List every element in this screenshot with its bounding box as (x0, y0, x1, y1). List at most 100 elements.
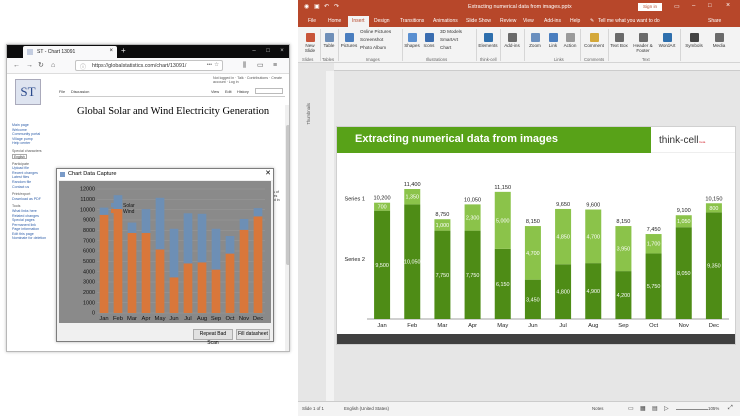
tab-review[interactable]: Review (500, 18, 516, 24)
ribbon-display-icon[interactable]: ▭ (674, 3, 680, 10)
group-label: think-cell (480, 57, 497, 62)
back-icon[interactable]: ← (13, 61, 20, 70)
browser-tab[interactable]: ST - Chart 13091 × (23, 46, 117, 58)
share-button[interactable]: Share (708, 18, 721, 24)
search-box[interactable] (255, 88, 283, 94)
new-slide-button[interactable]: New Slide (302, 33, 318, 53)
photo-album-button[interactable]: Photo Album (360, 45, 402, 50)
text-box-button[interactable]: Text Box (610, 33, 628, 48)
ribbon-insert: New Slide Table Pictures Online Pictures… (298, 27, 740, 63)
tab-add-ins[interactable]: Add-ins (544, 18, 561, 24)
undo-icon[interactable]: ↶ (324, 3, 329, 10)
3d-models-button[interactable]: 3D Models (440, 29, 474, 34)
header-footer-button[interactable]: Header & Footer (630, 33, 656, 53)
tab-design[interactable]: Design (374, 18, 390, 24)
sidebar-link[interactable]: Contact us (12, 185, 54, 190)
wordart-button[interactable]: WordArt (656, 33, 678, 48)
autosave-icon[interactable]: ◉ (304, 3, 309, 10)
sign-in-button[interactable]: Sign in (638, 3, 662, 11)
think-cell-elements-button[interactable]: Elements (478, 33, 498, 48)
online-pictures-button[interactable]: Online Pictures (360, 29, 402, 34)
scrollbar-thumb[interactable] (286, 125, 289, 265)
fill-datasheet-button[interactable]: Fill datasheet (236, 329, 270, 340)
zoom-button[interactable]: Zoom (526, 33, 544, 48)
table-button[interactable]: Table (322, 33, 336, 48)
site-logo[interactable]: ST (15, 79, 41, 105)
bookmark-star-icon[interactable]: ☆ (214, 62, 219, 68)
link-button[interactable]: Link (546, 33, 560, 48)
think-cell-chart[interactable]: 9,500 700 10,200 Jan 10,050 1,350 11,400 Feb 7,7… (337, 127, 736, 334)
maximize-icon[interactable]: □ (708, 3, 712, 9)
tab-discussion[interactable]: Discussion (71, 90, 89, 94)
slideshow-icon[interactable]: ▷ (664, 405, 669, 412)
menu-icon[interactable]: ≡ (273, 61, 277, 70)
new-tab-icon[interactable]: + (121, 47, 126, 55)
pictures-button[interactable]: Pictures (340, 33, 358, 48)
tab-view[interactable]: View (211, 90, 219, 94)
sidebar-link[interactable]: Help center (12, 141, 54, 146)
minimize-icon[interactable]: – (247, 46, 261, 56)
symbols-button[interactable]: Symbols (682, 33, 706, 48)
sidebar-link[interactable]: Nominate for deletion (12, 236, 54, 241)
close-window-icon[interactable]: × (726, 2, 730, 9)
repeat-scan-button[interactable]: Repeat Bad Scan (193, 329, 233, 346)
comment-button[interactable]: Comment (582, 33, 606, 48)
page-actions-icon[interactable]: ••• (207, 62, 212, 68)
captured-chart[interactable]: 0 1000 2000 3000 4000 5000 6000 7000 8000 9000 100… (59, 181, 271, 323)
category-label: Jul (559, 323, 566, 329)
solar-bar (155, 197, 165, 250)
sidebar-icon[interactable]: ▭ (257, 61, 264, 70)
reload-icon[interactable]: ↻ (38, 61, 44, 70)
series2-value-label: 9,350 (707, 264, 721, 270)
add-ins-button[interactable]: Add-ins (502, 33, 522, 48)
close-window-icon[interactable]: × (275, 46, 289, 56)
slide-canvas[interactable]: Extracting numerical data from images th… (336, 126, 736, 345)
tell-me-box[interactable]: Tell me what you want to do (598, 18, 660, 24)
icons-button[interactable]: Icons (422, 33, 436, 48)
home-icon[interactable]: ⌂ (51, 61, 55, 70)
library-icon[interactable]: ⫼ (243, 61, 246, 70)
capture-title-bar[interactable]: Chart Data Capture ✕ (57, 169, 273, 180)
screenshot-button[interactable]: Screenshot (360, 37, 402, 42)
chart-button[interactable]: Chart (440, 45, 474, 50)
url-bar[interactable]: ⓘ https://globalstatistics.com/chart/130… (75, 60, 223, 71)
maximize-icon[interactable]: □ (261, 46, 275, 56)
notes-button[interactable]: Notes (592, 406, 603, 411)
redo-icon[interactable]: ↷ (334, 3, 339, 10)
tab-edit[interactable]: Edit (225, 90, 232, 94)
tab-file[interactable]: File (308, 18, 316, 24)
tab-insert[interactable]: Insert (348, 16, 369, 27)
close-tab-icon[interactable]: × (109, 48, 113, 54)
tab-help[interactable]: Help (570, 18, 580, 24)
tab-home[interactable]: Home (328, 18, 341, 24)
ribbon-separator (680, 29, 681, 61)
action-button[interactable]: Action (562, 33, 578, 48)
language-select[interactable]: English (12, 153, 27, 159)
tab-animations[interactable]: Animations (433, 18, 458, 24)
sidebar-link[interactable]: Download as PDF (12, 197, 54, 202)
minimize-icon[interactable]: – (692, 3, 695, 9)
normal-view-icon[interactable]: ▭ (628, 405, 634, 412)
reading-view-icon[interactable]: ▤ (652, 405, 658, 412)
slide-sorter-icon[interactable]: ▦ (640, 405, 646, 412)
tab-slide-show[interactable]: Slide Show (466, 18, 491, 24)
save-icon[interactable]: ▣ (314, 3, 320, 10)
tab-transitions[interactable]: Transitions (400, 18, 424, 24)
media-button[interactable]: Media (708, 33, 730, 48)
fit-slide-icon[interactable]: ⤢ (728, 405, 733, 412)
user-links[interactable]: Not logged in · Talk · Contributions · C… (213, 76, 289, 84)
wind-bar (253, 216, 263, 313)
tab-view[interactable]: View (523, 18, 534, 24)
page-scrollbar[interactable] (285, 105, 289, 351)
zoom-slider[interactable] (676, 409, 708, 410)
lightbulb-icon: ✎ (590, 18, 595, 24)
tab-file[interactable]: File (59, 90, 65, 94)
thumbnails-pane[interactable]: Thumbnails (298, 63, 326, 401)
tab-history[interactable]: History (237, 90, 249, 94)
smartart-button[interactable]: SmartArt (440, 37, 474, 42)
language-status[interactable]: English (United States) (344, 406, 389, 411)
shapes-button[interactable]: Shapes (404, 33, 420, 48)
zoom-level[interactable]: 105% (708, 406, 719, 411)
close-icon[interactable]: ✕ (265, 170, 271, 178)
forward-icon[interactable]: → (26, 61, 33, 70)
